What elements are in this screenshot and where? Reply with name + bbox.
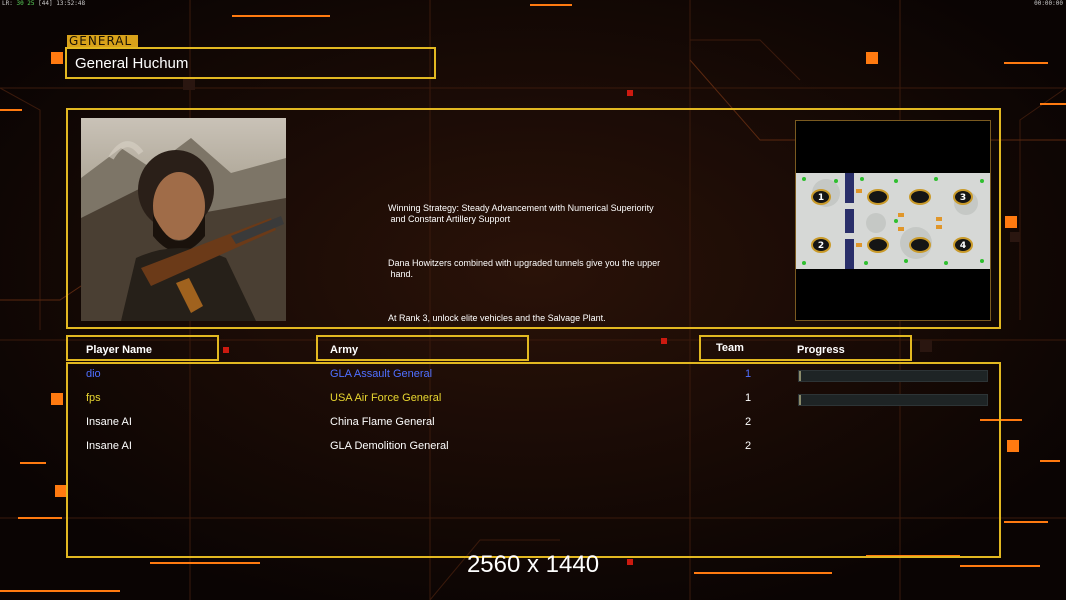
- map-slot-label: 1: [818, 193, 824, 203]
- map-slot-label: 3: [960, 193, 966, 203]
- load-progress-fill: [799, 395, 801, 405]
- player-row: dio GLA Assault General 1: [68, 368, 1003, 384]
- player-row: fps USA Air Force General 1: [68, 392, 1003, 408]
- player-name: Insane AI: [86, 416, 132, 428]
- general-portrait-image: [81, 118, 286, 321]
- player-team: 2: [744, 416, 752, 428]
- description-line: Dana Howitzers combined with upgraded tu…: [388, 258, 661, 279]
- army-header-label: Army: [330, 344, 359, 356]
- map-terrain: 1 2 3 4: [796, 173, 990, 269]
- map-slot-label: 4: [960, 241, 966, 251]
- description-line: At Rank 3, unlock elite vehicles and the…: [388, 313, 606, 323]
- player-army: China Flame General: [330, 416, 435, 428]
- player-name: Insane AI: [86, 440, 132, 452]
- clock-readout: 00:00:00: [1034, 0, 1063, 7]
- army-header: Army: [316, 335, 529, 361]
- description-line: Winning Strategy: Steady Advancement wit…: [388, 203, 654, 224]
- general-section-tag: GENERAL: [67, 35, 138, 47]
- player-row: Insane AI China Flame General 2: [68, 416, 1003, 432]
- resolution-overlay-label: 2560 x 1440: [466, 551, 600, 578]
- map-preview: 1 2 3 4: [795, 120, 991, 321]
- player-name: fps: [86, 392, 101, 404]
- map-layout: 1 2 3 4: [796, 173, 990, 269]
- general-info-panel: Winning Strategy: Steady Advancement wit…: [66, 108, 1001, 329]
- load-progress-bar: [798, 394, 988, 406]
- portrait-art: [81, 138, 286, 321]
- player-team: 2: [744, 440, 752, 452]
- debug-status-bar: LR: 30 25 [44] 13:52:48 00:00:00: [0, 0, 1066, 8]
- player-team: 1: [744, 368, 752, 380]
- fps-readout: LR: 30 25 [44] 13:52:48: [2, 0, 86, 7]
- player-army: USA Air Force General: [330, 392, 442, 404]
- player-army: GLA Demolition General: [330, 440, 449, 452]
- general-name: General Huchum: [75, 55, 189, 72]
- player-name: dio: [86, 368, 101, 380]
- progress-header-label: Progress: [797, 344, 845, 356]
- load-progress-bar: [798, 370, 988, 382]
- player-row: Insane AI GLA Demolition General 2: [68, 440, 1003, 456]
- player-roster-panel: dio GLA Assault General 1 fps USA Air Fo…: [66, 362, 1001, 558]
- player-team: 1: [744, 392, 752, 404]
- map-slot-label: 2: [818, 241, 824, 251]
- general-description: Winning Strategy: Steady Advancement wit…: [388, 181, 660, 357]
- player-name-header-label: Player Name: [86, 344, 153, 356]
- player-name-header: Player Name: [66, 335, 219, 361]
- team-header-label: Team: [716, 342, 744, 354]
- player-army: GLA Assault General: [330, 368, 433, 380]
- load-progress-fill: [799, 371, 801, 381]
- team-progress-header: Team Progress: [699, 335, 912, 361]
- general-name-box: General Huchum: [65, 47, 436, 79]
